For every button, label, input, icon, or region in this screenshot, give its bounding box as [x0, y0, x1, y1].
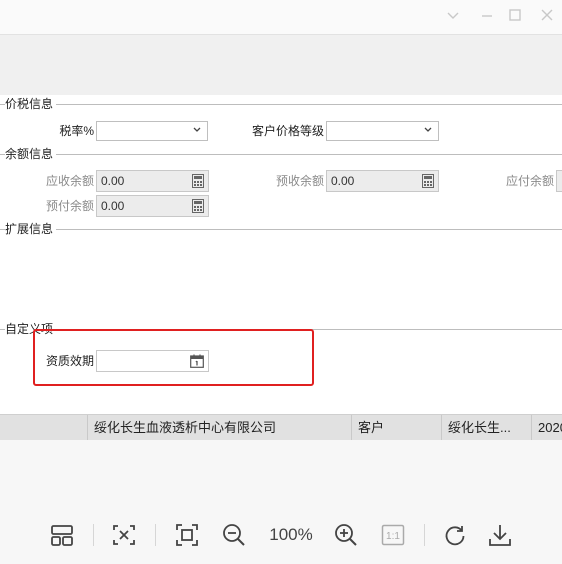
price-level-label: 客户价格等级 [251, 124, 324, 138]
chevron-down-icon [193, 127, 201, 132]
receivable-balance-field: 0.00 [96, 170, 209, 192]
actual-size-label: 1:1 [386, 531, 400, 542]
toolbar-divider [424, 524, 425, 546]
tax-rate-label: 税率% [59, 124, 94, 138]
receivable-balance-label: 应收余额 [45, 174, 94, 188]
receivable-balance-value: 0.00 [101, 174, 125, 188]
tax-rate-select[interactable] [96, 121, 208, 141]
calculator-icon[interactable] [192, 199, 204, 213]
payable-balance-label: 应付余额 [505, 174, 554, 188]
section-divider [0, 229, 562, 230]
advance-receipt-balance-label: 预收余额 [275, 174, 324, 188]
price-level-select[interactable] [326, 121, 439, 141]
download-icon[interactable] [487, 522, 513, 548]
section-title-extended: 扩展信息 [5, 222, 57, 236]
table-cell-empty [0, 415, 87, 440]
window-titlebar [0, 0, 562, 35]
prepaid-balance-label: 预付余额 [45, 199, 94, 213]
highlight-annotation-box [33, 329, 314, 386]
fit-window-icon[interactable] [111, 522, 137, 548]
section-divider [0, 154, 562, 155]
advance-receipt-balance-value: 0.00 [331, 174, 355, 188]
calculator-icon[interactable] [422, 174, 434, 188]
table-row[interactable]: 绥化长生血液透析中心有限公司 客户 绥化长生... 2020 [0, 414, 562, 441]
prepaid-balance-field: 0.00 [96, 195, 209, 217]
advance-receipt-balance-field: 0.00 [326, 170, 439, 192]
close-icon[interactable] [538, 8, 556, 26]
actual-size-button[interactable]: 1:1 [380, 522, 406, 548]
collapse-icon[interactable] [444, 8, 462, 26]
maximize-icon[interactable] [506, 8, 524, 26]
table-cell-name: 绥化长生血液透析中心有限公司 [87, 415, 351, 440]
payable-balance-field [556, 170, 562, 192]
section-title-balance: 余额信息 [5, 147, 57, 161]
toolbar-divider [93, 524, 94, 546]
zoom-in-icon[interactable] [333, 522, 359, 548]
chevron-down-icon [424, 127, 432, 132]
toolbar-strip [0, 35, 562, 95]
section-title-tax: 价税信息 [5, 97, 57, 111]
section-divider [0, 104, 562, 105]
zoom-out-icon[interactable] [221, 522, 247, 548]
table-cell-type: 客户 [351, 415, 441, 440]
calculator-icon[interactable] [192, 174, 204, 188]
prepaid-balance-value: 0.00 [101, 199, 125, 213]
table-cell-year: 2020 [531, 415, 562, 440]
rotate-icon[interactable] [442, 522, 468, 548]
toolbar-divider [155, 524, 156, 546]
minimize-icon[interactable] [478, 8, 496, 26]
table-cell-short-name: 绥化长生... [441, 415, 531, 440]
layout-icon[interactable] [49, 522, 75, 548]
full-screen-icon[interactable] [174, 522, 200, 548]
zoom-level: 100% [269, 525, 313, 544]
